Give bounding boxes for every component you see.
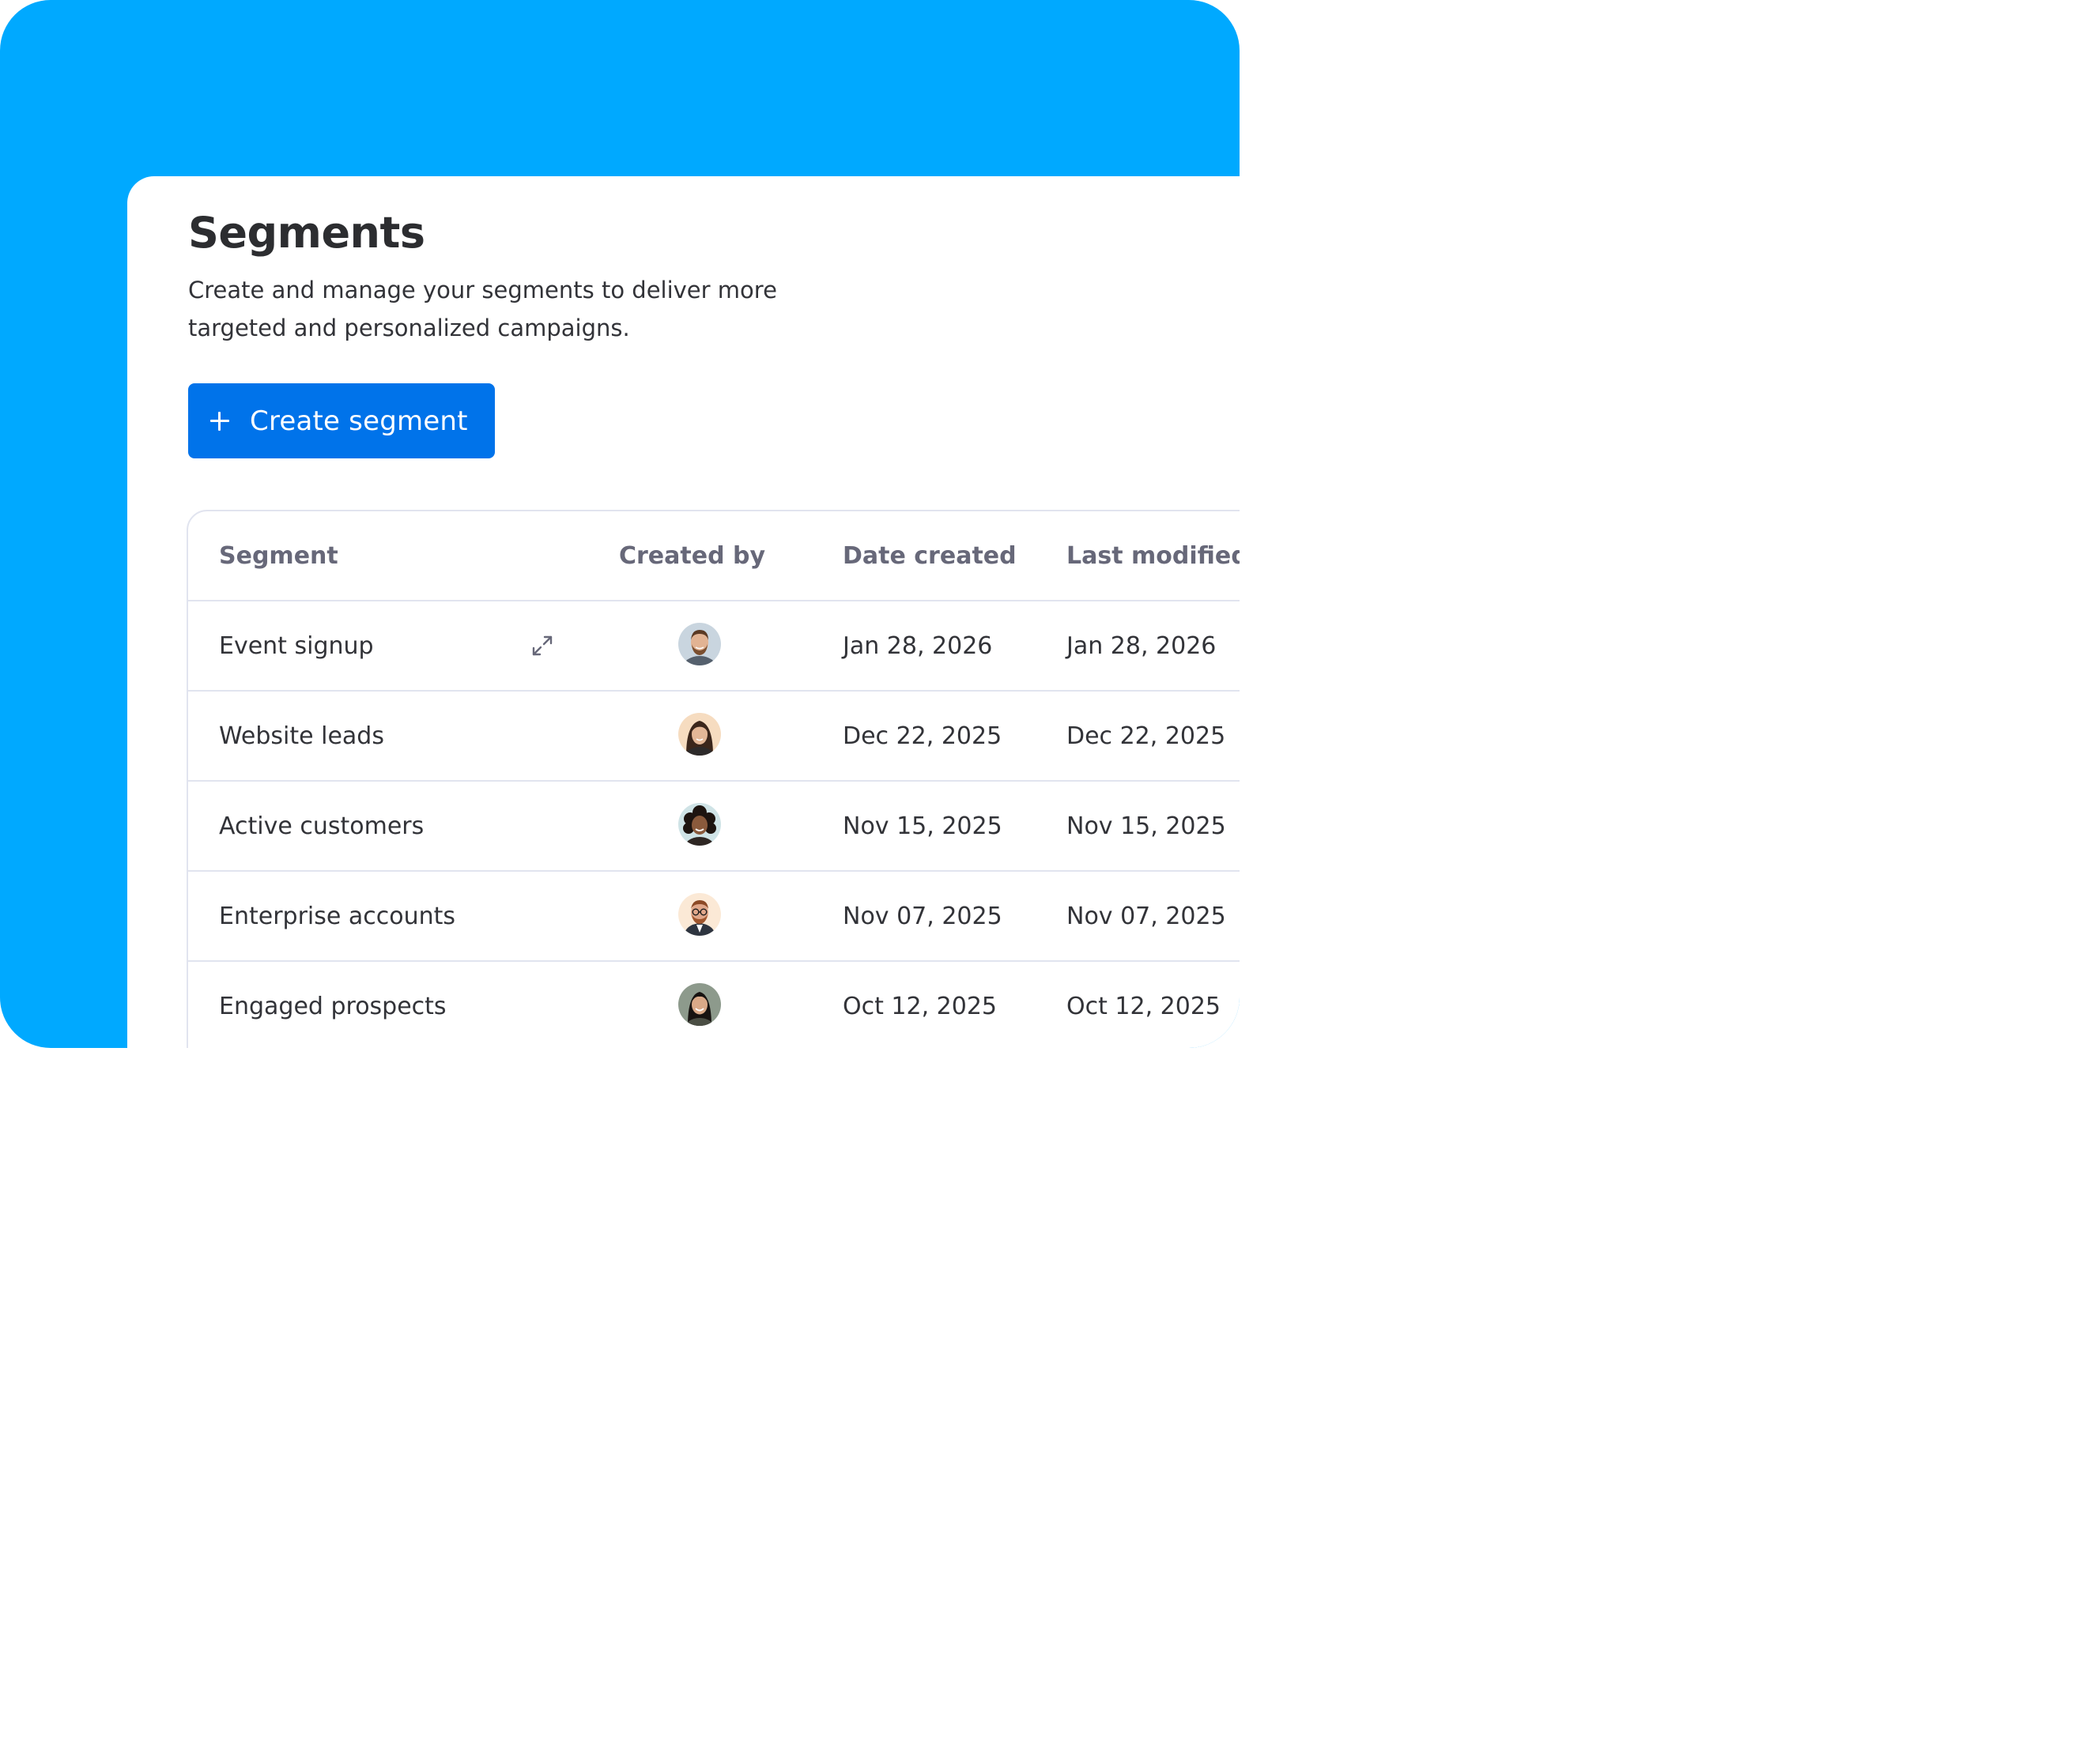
creator-avatar[interactable] <box>678 803 721 846</box>
create-segment-button[interactable]: Create segment <box>188 383 495 458</box>
date-created: Dec 22, 2025 <box>843 722 1002 750</box>
expand-icon[interactable] <box>530 633 555 658</box>
segment-name[interactable]: Active customers <box>219 782 424 870</box>
page-title: Segments <box>188 208 425 258</box>
date-created: Nov 07, 2025 <box>843 902 1002 930</box>
segments-panel: Segments Create and manage your segments… <box>127 176 1240 1048</box>
page-description: Create and manage your segments to deliv… <box>188 277 777 341</box>
column-header-segment[interactable]: Segment <box>219 511 338 600</box>
table-row[interactable]: Engaged prospects Oct 12, 2025 Oct 12, 2… <box>188 962 1240 1048</box>
avatar-woman-smiling-icon <box>678 983 721 1026</box>
table-row[interactable]: Website leads Dec 22, 2025 Dec 22, 2025 <box>188 692 1240 782</box>
segment-name[interactable]: Website leads <box>219 692 384 780</box>
last-modified: Nov 15, 2025 <box>1066 812 1226 840</box>
app-background: Segments Create and manage your segments… <box>0 0 1240 1048</box>
table-row[interactable]: Event signup Jan 28, 2026 Jan 28, 2026 <box>188 601 1240 692</box>
column-header-date-created[interactable]: Date created <box>843 511 1017 600</box>
column-header-last-modified[interactable]: Last modified <box>1066 511 1240 600</box>
date-created: Nov 15, 2025 <box>843 812 1002 840</box>
avatar-woman-dark-hair-icon <box>678 713 721 756</box>
last-modified: Jan 28, 2026 <box>1066 631 1217 660</box>
date-created: Jan 28, 2026 <box>843 631 993 660</box>
creator-avatar[interactable] <box>678 893 721 936</box>
date-created: Oct 12, 2025 <box>843 992 997 1020</box>
segment-name[interactable]: Enterprise accounts <box>219 872 455 960</box>
creator-avatar[interactable] <box>678 623 721 665</box>
table-row[interactable]: Enterprise accounts Nov 07, 2025 Nov 07,… <box>188 872 1240 962</box>
last-modified: Nov 07, 2025 <box>1066 902 1226 930</box>
create-segment-label: Create segment <box>250 405 468 437</box>
last-modified: Dec 22, 2025 <box>1066 722 1226 750</box>
segment-name[interactable]: Engaged prospects <box>219 962 447 1048</box>
table-row[interactable]: Active customers Nov 15, 2025 Nov 15, 20… <box>188 782 1240 872</box>
creator-avatar[interactable] <box>678 713 721 756</box>
avatar-woman-curly-hair-icon <box>678 803 721 846</box>
table-header: Segment Created by Date created Last mod… <box>188 511 1240 601</box>
last-modified: Oct 12, 2025 <box>1066 992 1221 1020</box>
avatar-man-beard-icon <box>678 623 721 665</box>
column-header-created-by[interactable]: Created by <box>619 511 765 600</box>
plus-icon <box>207 409 232 434</box>
segment-name[interactable]: Event signup <box>219 601 374 690</box>
avatar-man-glasses-icon <box>678 893 721 936</box>
creator-avatar[interactable] <box>678 983 721 1026</box>
segments-table: Segment Created by Date created Last mod… <box>187 510 1240 1048</box>
